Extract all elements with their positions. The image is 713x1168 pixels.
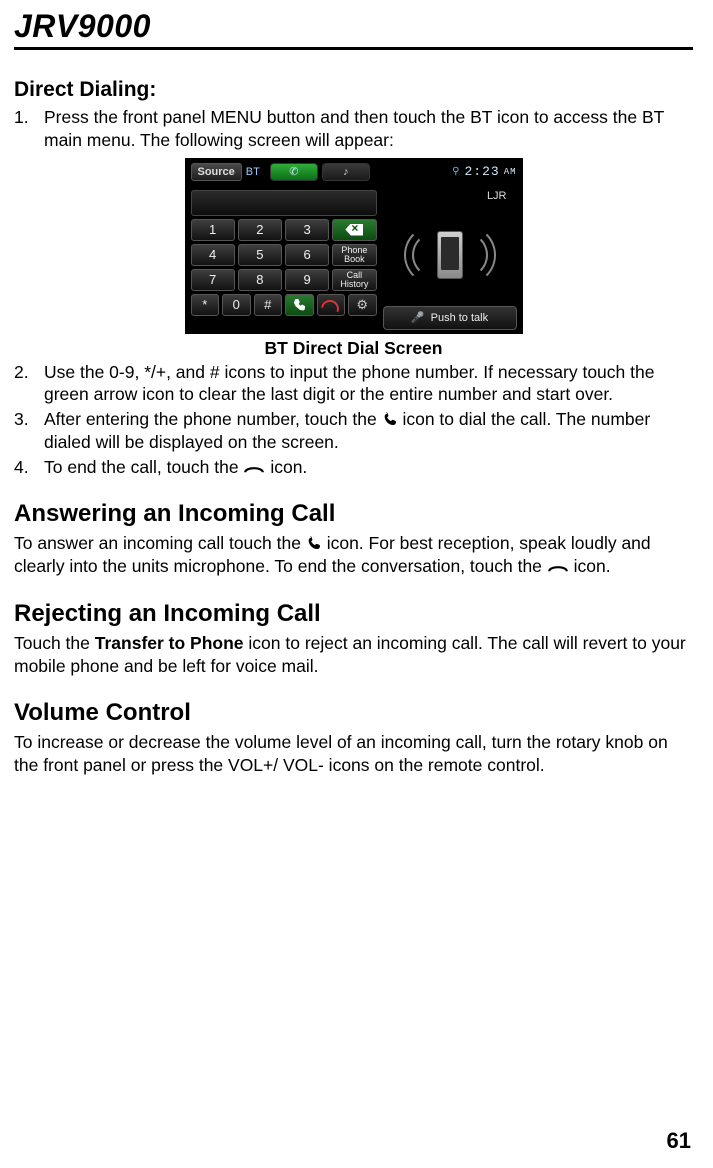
list-number: 1.: [14, 106, 44, 152]
text-part: icon.: [270, 457, 307, 477]
clock: ⚲ 2:23 AM: [452, 164, 516, 179]
key-3[interactable]: 3: [285, 219, 329, 241]
text-part: To answer an incoming call touch the: [14, 533, 306, 553]
key-0[interactable]: 0: [222, 294, 251, 316]
signal-arc-icon: [442, 232, 488, 278]
dialpad-area: 1 2 3 4 5 6 Phone Book 7 8 9: [185, 186, 381, 334]
hang-up-icon: [243, 463, 265, 475]
gear-icon: ⚙: [356, 297, 368, 313]
end-call-key[interactable]: [317, 294, 346, 316]
list-item: 1. Press the front panel MENU button and…: [14, 106, 693, 152]
number-display: [191, 190, 377, 216]
call-icon: [293, 299, 305, 311]
text-part: After entering the phone number, touch t…: [44, 409, 382, 429]
phone-icon: ✆: [289, 165, 298, 178]
list-text: Press the front panel MENU button and th…: [44, 106, 693, 152]
key-8[interactable]: 8: [238, 269, 282, 291]
rejecting-body: Touch the Transfer to Phone icon to reje…: [14, 632, 693, 678]
phone-handset-icon: [306, 535, 322, 551]
answering-heading: Answering an Incoming Call: [14, 500, 693, 528]
list-text: To end the call, touch the icon.: [44, 456, 307, 479]
key-6[interactable]: 6: [285, 244, 329, 266]
direct-dialing-heading: Direct Dialing:: [14, 78, 693, 102]
phone-book-key[interactable]: Phone Book: [332, 244, 376, 266]
key-1[interactable]: 1: [191, 219, 235, 241]
screenshot-body: 1 2 3 4 5 6 Phone Book 7 8 9: [185, 186, 523, 334]
bluetooth-icon: ⚲: [452, 166, 460, 178]
device-panel: LJR 🎤 Push to talk: [381, 186, 523, 334]
page: JRV9000 Direct Dialing: 1. Press the fro…: [0, 0, 713, 1168]
rejecting-heading: Rejecting an Incoming Call: [14, 600, 693, 628]
clock-ampm: AM: [504, 167, 517, 177]
transfer-to-phone-bold: Transfer to Phone: [95, 633, 244, 653]
list-number: 4.: [14, 456, 44, 479]
text-part: To end the call, touch the: [44, 457, 243, 477]
key-9[interactable]: 9: [285, 269, 329, 291]
section-direct-dialing: Direct Dialing: 1. Press the front panel…: [14, 78, 693, 478]
list-number: 2.: [14, 361, 44, 407]
answering-body: To answer an incoming call touch the ico…: [14, 532, 693, 578]
music-tab[interactable]: ♪: [322, 163, 370, 181]
product-title: JRV9000: [14, 8, 693, 45]
call-history-key[interactable]: Call History: [332, 269, 376, 291]
push-to-talk-label: Push to talk: [431, 312, 488, 324]
list-item: 2. Use the 0-9, */+, and # icons to inpu…: [14, 361, 693, 407]
list-number: 3.: [14, 408, 44, 454]
volume-body: To increase or decrease the volume level…: [14, 731, 693, 777]
direct-dialing-list: 1. Press the front panel MENU button and…: [14, 106, 693, 152]
screenshot-top-bar: Source BT ✆ ♪ ⚲ 2:23 AM: [185, 158, 523, 186]
hang-up-icon: [547, 562, 569, 574]
text-part: Touch the: [14, 633, 95, 653]
phone-graphic: [410, 220, 490, 290]
source-button[interactable]: Source: [191, 163, 242, 181]
device-name: LJR: [487, 190, 507, 202]
push-to-talk-button[interactable]: 🎤 Push to talk: [383, 306, 517, 330]
phone-handset-icon: [382, 411, 398, 427]
end-call-icon: [321, 297, 341, 311]
list-text: After entering the phone number, touch t…: [44, 408, 693, 454]
section-answering: Answering an Incoming Call To answer an …: [14, 500, 693, 578]
key-star[interactable]: *: [191, 294, 220, 316]
key-4[interactable]: 4: [191, 244, 235, 266]
key-7[interactable]: 7: [191, 269, 235, 291]
key-hash[interactable]: #: [254, 294, 283, 316]
list-item: 3. After entering the phone number, touc…: [14, 408, 693, 454]
screenshot-caption: BT Direct Dial Screen: [14, 338, 693, 359]
title-bar: JRV9000: [14, 8, 693, 50]
bt-dial-screenshot: Source BT ✆ ♪ ⚲ 2:23 AM 1 2 3: [185, 158, 523, 334]
list-item: 4. To end the call, touch the icon.: [14, 456, 693, 479]
backspace-key[interactable]: [332, 219, 376, 241]
section-volume: Volume Control To increase or decrease t…: [14, 699, 693, 777]
bt-label: BT: [246, 166, 260, 178]
settings-key[interactable]: ⚙: [348, 294, 377, 316]
microphone-icon: 🎤: [411, 311, 425, 324]
clock-time: 2:23: [464, 164, 499, 179]
page-number: 61: [667, 1128, 691, 1154]
text-part: icon.: [574, 556, 611, 576]
section-rejecting: Rejecting an Incoming Call Touch the Tra…: [14, 600, 693, 678]
list-text: Use the 0-9, */+, and # icons to input t…: [44, 361, 693, 407]
key-2[interactable]: 2: [238, 219, 282, 241]
direct-dialing-list-cont: 2. Use the 0-9, */+, and # icons to inpu…: [14, 361, 693, 479]
call-key[interactable]: [285, 294, 314, 316]
volume-heading: Volume Control: [14, 699, 693, 727]
music-note-icon: ♪: [343, 166, 349, 178]
key-5[interactable]: 5: [238, 244, 282, 266]
answer-tab[interactable]: ✆: [270, 163, 318, 181]
backspace-icon: [345, 224, 363, 236]
